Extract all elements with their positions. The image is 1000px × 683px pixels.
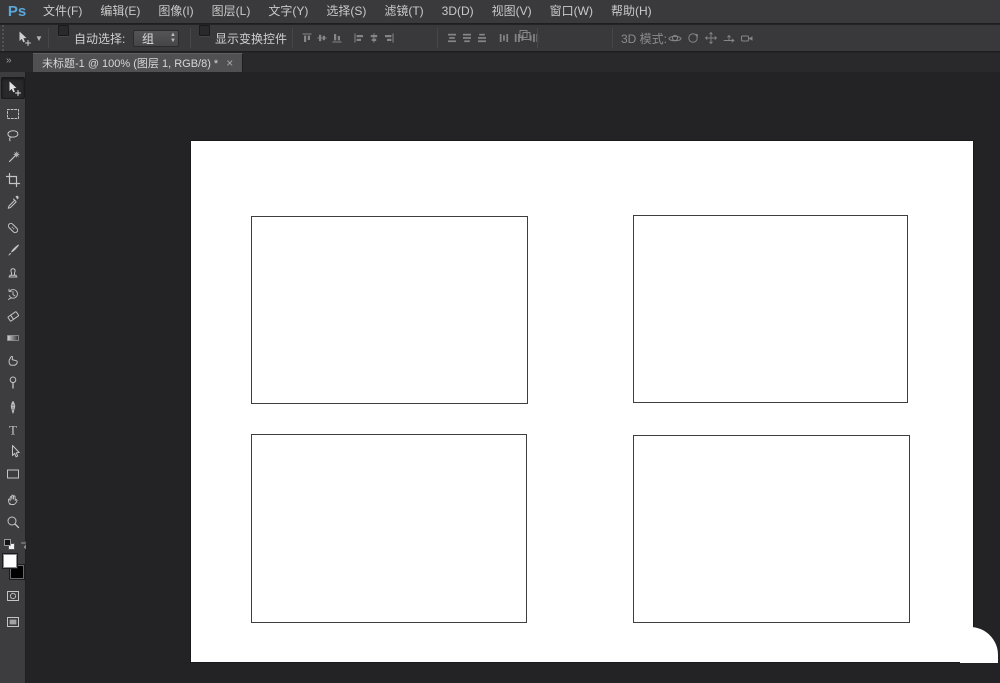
show-transform-checkbox[interactable]: [199, 25, 210, 36]
document-tab-title: 未标题-1 @ 100% (图层 1, RGB/8) *: [42, 55, 218, 71]
svg-text:T: T: [9, 423, 17, 438]
drawn-rectangle: [633, 435, 910, 623]
tools-panel: T: [0, 72, 26, 683]
eraser-tool[interactable]: [1, 305, 25, 327]
options-separator: [437, 28, 438, 48]
canvas-corner-bump: [960, 627, 998, 663]
quick-mask-mode-button[interactable]: [1, 585, 25, 607]
options-separator: [292, 28, 293, 48]
tool-options-bar: ▼ 自动选择: 组 ▲▼ 显示变换控件 3D 模式:: [0, 25, 1000, 52]
3d-roll-camera-button[interactable]: [684, 29, 702, 47]
eyedropper-tool[interactable]: [1, 191, 25, 213]
menu-item-window[interactable]: 窗口(W): [541, 0, 602, 23]
menu-item-threed[interactable]: 3D(D): [433, 0, 483, 23]
3d-move-camera-button[interactable]: [738, 29, 756, 47]
align-bottom-edges-button[interactable]: [329, 29, 344, 47]
align-buttons: [299, 25, 396, 51]
3d-rotate-camera-button[interactable]: [666, 29, 684, 47]
menu-item-select[interactable]: 选择(S): [317, 0, 375, 23]
tab-close-icon[interactable]: ×: [226, 58, 233, 69]
crop-tool[interactable]: [1, 169, 25, 191]
drawn-rectangle: [251, 434, 527, 623]
foreground-color-swatch[interactable]: [3, 554, 17, 568]
move-tool[interactable]: [1, 77, 25, 99]
auto-select-value: 组: [142, 30, 154, 47]
drawn-rectangle: [251, 216, 528, 404]
distribute-bottom-edges-button[interactable]: [474, 29, 489, 47]
align-top-edges-button[interactable]: [299, 29, 314, 47]
options-separator: [190, 28, 191, 48]
3d-pan-camera-button[interactable]: [702, 29, 720, 47]
distribute-top-edges-button[interactable]: [444, 29, 459, 47]
menu-item-filter[interactable]: 滤镜(T): [375, 0, 432, 23]
rectangle-tool[interactable]: [1, 463, 25, 485]
auto-align-layers-button[interactable]: [516, 25, 534, 43]
align-horizontal-centers-button[interactable]: [366, 29, 381, 47]
auto-select-target-dropdown[interactable]: 组 ▲▼: [133, 30, 179, 47]
drawn-rectangle: [633, 215, 908, 403]
clone-stamp-tool[interactable]: [1, 261, 25, 283]
menu-item-layer[interactable]: 图层(L): [203, 0, 260, 23]
document-tab-bar: » 未标题-1 @ 100% (图层 1, RGB/8) * ×: [0, 53, 1000, 72]
panel-collapse-chevron-icon[interactable]: »: [6, 55, 12, 66]
tool-preset-caret-icon[interactable]: ▼: [35, 25, 43, 51]
menu-item-type[interactable]: 文字(Y): [259, 0, 317, 23]
3d-slide-camera-button[interactable]: [720, 29, 738, 47]
menu-item-view[interactable]: 视图(V): [483, 0, 541, 23]
rectangular-marquee-tool[interactable]: [1, 103, 25, 125]
dodge-tool[interactable]: [1, 371, 25, 393]
document-tab[interactable]: 未标题-1 @ 100% (图层 1, RGB/8) * ×: [33, 53, 243, 72]
path-selection-tool[interactable]: [1, 441, 25, 463]
hand-tool[interactable]: [1, 489, 25, 511]
screen-mode-button[interactable]: [1, 611, 25, 633]
distribute-vertical-centers-button[interactable]: [459, 29, 474, 47]
type-tool[interactable]: T: [1, 419, 25, 441]
document-canvas[interactable]: [191, 141, 973, 662]
photoshop-window: Ps 文件(F)编辑(E)图像(I)图层(L)文字(Y)选择(S)滤镜(T)3D…: [0, 0, 1000, 683]
zoom-tool[interactable]: [1, 511, 25, 533]
history-brush-tool[interactable]: [1, 283, 25, 305]
spot-healing-brush-tool[interactable]: [1, 217, 25, 239]
menu-item-image[interactable]: 图像(I): [149, 0, 202, 23]
menu-item-help[interactable]: 帮助(H): [602, 0, 661, 23]
gradient-tool[interactable]: [1, 327, 25, 349]
smudge-tool[interactable]: [1, 349, 25, 371]
align-vertical-centers-button[interactable]: [314, 29, 329, 47]
options-separator: [48, 28, 49, 48]
mode-3d-label: 3D 模式:: [621, 25, 667, 51]
move-tool-preset-icon[interactable]: [15, 25, 31, 51]
menu-item-file[interactable]: 文件(F): [34, 0, 91, 23]
brush-tool[interactable]: [1, 239, 25, 261]
workspace: [26, 72, 1000, 683]
align-left-edges-button[interactable]: [351, 29, 366, 47]
auto-select-label: 自动选择:: [74, 25, 125, 51]
auto-select-checkbox[interactable]: [58, 25, 69, 36]
align-right-edges-button[interactable]: [381, 29, 396, 47]
menu-item-edit[interactable]: 编辑(E): [91, 0, 149, 23]
color-swatches: [1, 554, 25, 581]
menu-items: 文件(F)编辑(E)图像(I)图层(L)文字(Y)选择(S)滤镜(T)3D(D)…: [34, 0, 661, 23]
show-transform-label: 显示变换控件: [215, 25, 287, 51]
lasso-tool[interactable]: [1, 125, 25, 147]
photoshop-logo: Ps: [0, 3, 34, 20]
distribute-left-edges-button[interactable]: [496, 29, 511, 47]
pen-tool[interactable]: [1, 397, 25, 419]
options-separator: [537, 28, 538, 48]
mode-3d-buttons: [666, 25, 756, 51]
menu-bar: Ps 文件(F)编辑(E)图像(I)图层(L)文字(Y)选择(S)滤镜(T)3D…: [0, 0, 1000, 24]
dropdown-spinner-icon[interactable]: ▲▼: [170, 32, 176, 44]
options-separator: [612, 28, 613, 48]
quick-selection-tool[interactable]: [1, 147, 25, 169]
options-grip: [2, 25, 6, 51]
